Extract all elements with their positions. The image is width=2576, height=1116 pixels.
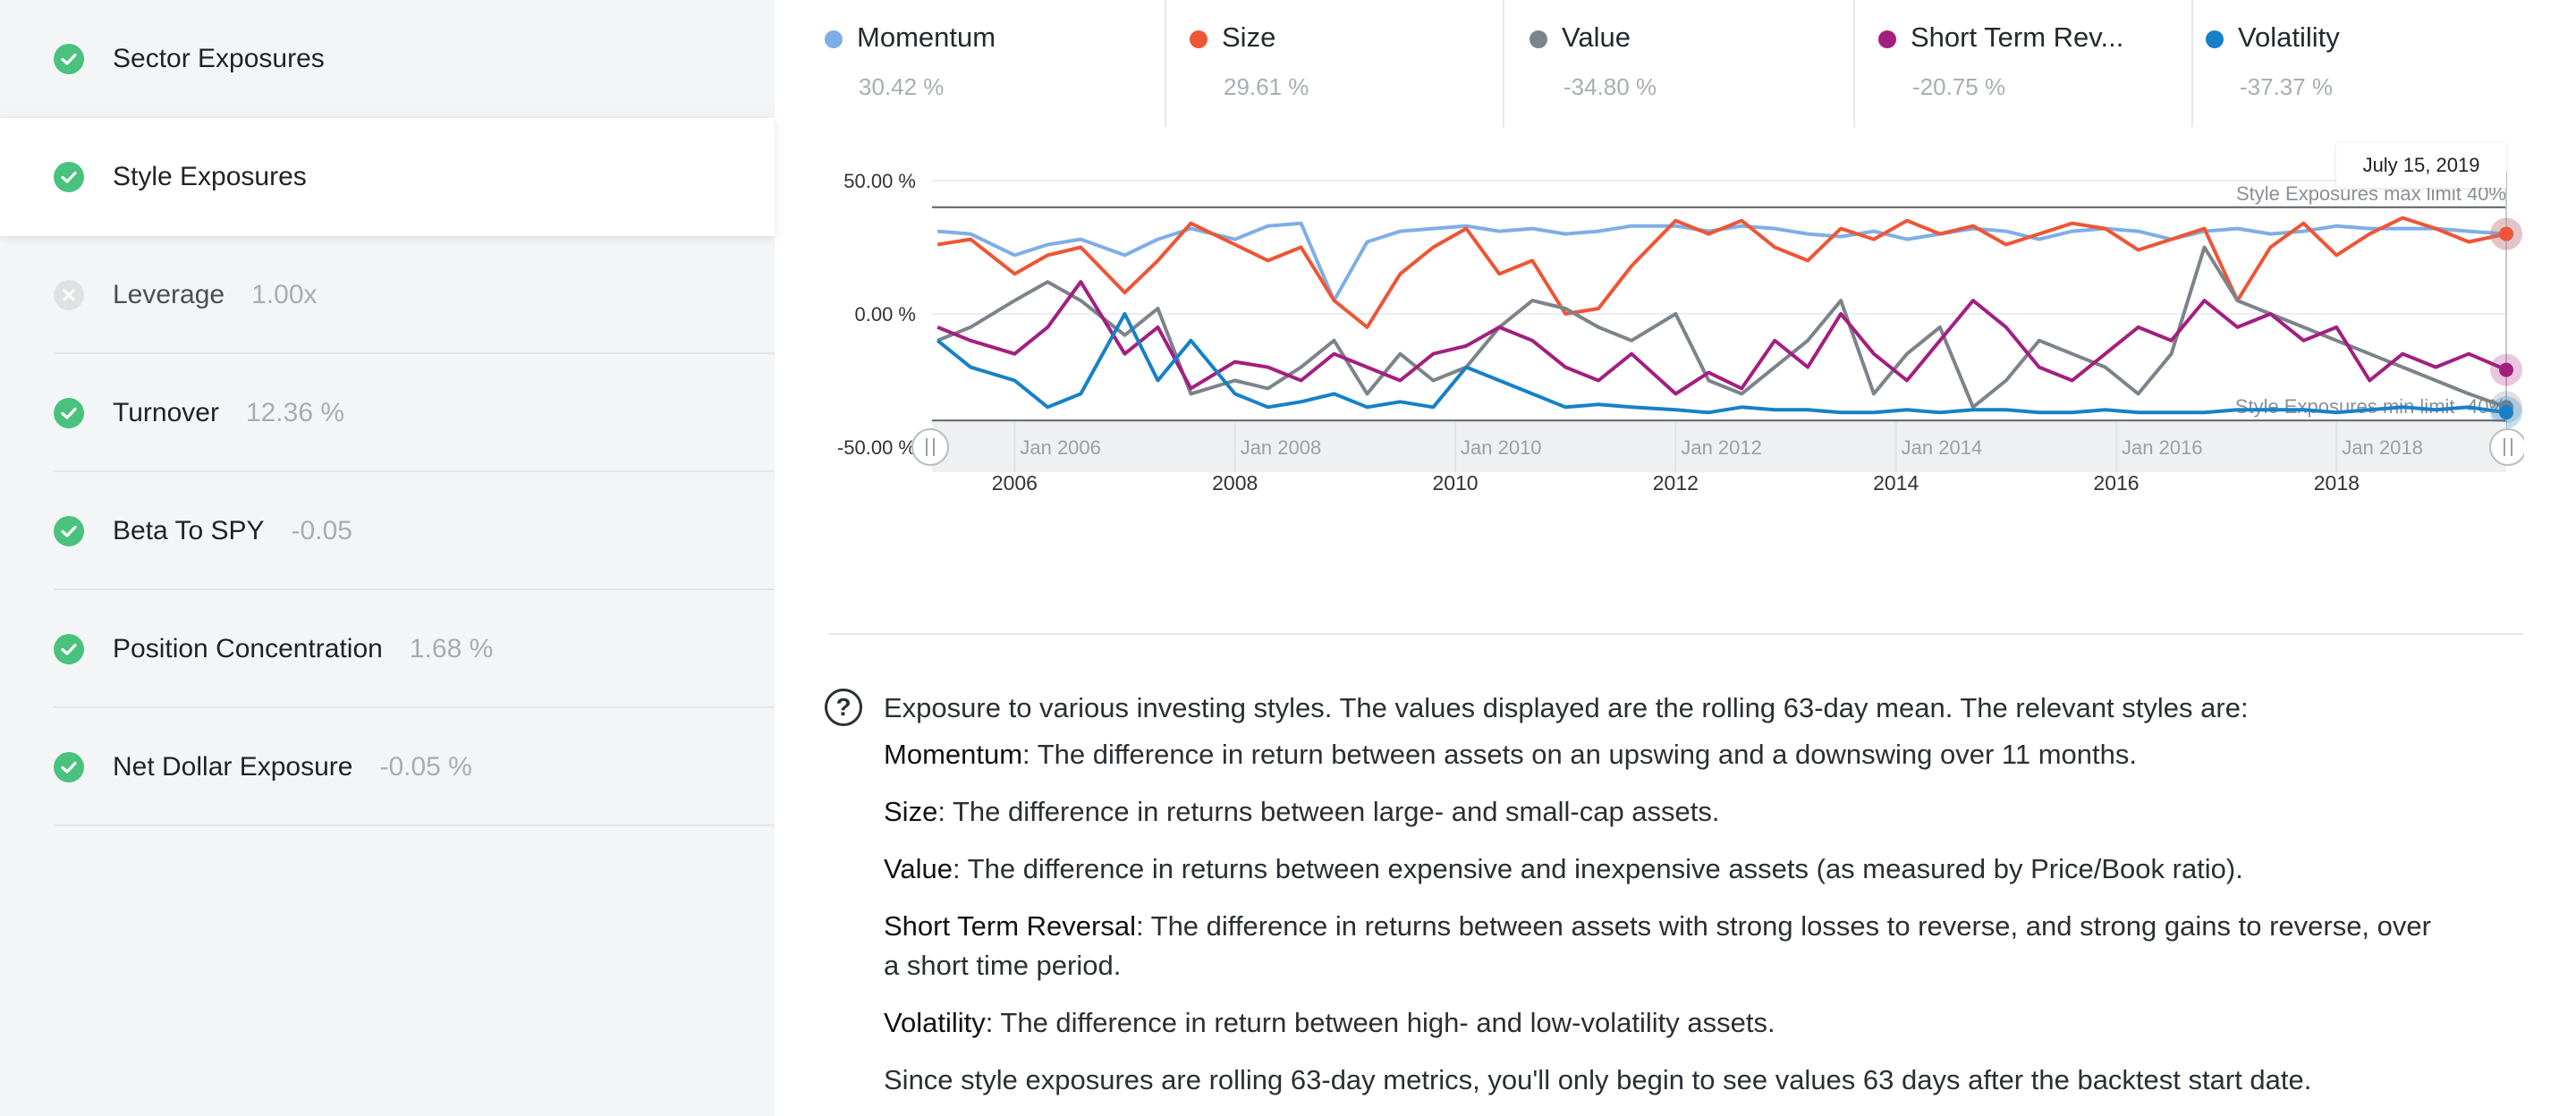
question-icon: ? bbox=[825, 689, 862, 726]
divider bbox=[1165, 0, 1166, 127]
sidebar-item-sector-exposures[interactable]: Sector Exposures bbox=[0, 0, 775, 118]
legend-dot bbox=[1530, 30, 1547, 48]
navigator-label: Jan 2010 bbox=[1461, 436, 1542, 459]
navigator-label: Jan 2008 bbox=[1241, 436, 1322, 459]
series-marker-volatility bbox=[2499, 405, 2513, 420]
navigator-label: Jan 2016 bbox=[2122, 436, 2203, 459]
definition-text: : The difference in return between high-… bbox=[985, 1007, 1775, 1038]
series-marker-size bbox=[2499, 226, 2513, 241]
sidebar-item-style-exposures[interactable]: Style Exposures bbox=[0, 118, 775, 236]
y-tick-label: 50.00 % bbox=[843, 170, 916, 192]
legend-value: -34.80 % bbox=[1563, 73, 1657, 100]
divider bbox=[54, 824, 775, 826]
legend-item-short-term-reversal[interactable]: Short Term Rev... -20.75 % bbox=[1878, 0, 2200, 127]
x-tick-label: 2016 bbox=[2093, 471, 2139, 495]
check-icon bbox=[54, 516, 84, 546]
divider bbox=[1503, 0, 1504, 127]
definition-term: Volatility bbox=[884, 1007, 986, 1038]
sidebar-item-label: Position Concentration 1.68 % bbox=[113, 634, 494, 664]
sidebar-item-position-concentration[interactable]: Position Concentration 1.68 % bbox=[0, 590, 775, 708]
legend-name: Momentum bbox=[857, 21, 996, 53]
definition-size: Size: The difference in returns between … bbox=[884, 792, 2440, 832]
sidebar: Sector Exposures Style Exposures Leverag… bbox=[0, 0, 775, 1116]
definition-term: Momentum bbox=[884, 739, 1023, 770]
legend-dot bbox=[825, 30, 843, 48]
sidebar-item-label: Beta To SPY -0.05 bbox=[113, 516, 352, 545]
divider bbox=[1853, 0, 1855, 127]
chart-canvas[interactable]: 50.00 %0.00 %-50.00 %Style Exposures max… bbox=[825, 134, 2524, 537]
check-icon bbox=[54, 44, 84, 74]
sidebar-item-leverage[interactable]: Leverage 1.00x bbox=[0, 236, 775, 354]
legend-dot bbox=[1190, 30, 1208, 48]
navigator-handle-left[interactable] bbox=[911, 428, 949, 466]
definition-momentum: Momentum: The difference in return betwe… bbox=[884, 735, 2440, 774]
navigator-label: Jan 2006 bbox=[1020, 436, 1101, 459]
sidebar-item-label: Turnover 12.36 % bbox=[113, 398, 345, 427]
navigator-label: Jan 2014 bbox=[1902, 436, 1983, 459]
series-line-momentum bbox=[937, 221, 2507, 303]
legend-name: Short Term Rev... bbox=[1911, 21, 2124, 53]
definition-term: Value bbox=[884, 853, 953, 884]
definition-term: Size bbox=[884, 796, 938, 827]
legend-name: Size bbox=[1222, 21, 1276, 53]
legend-value: -37.37 % bbox=[2240, 73, 2334, 100]
sidebar-item-net-dollar-exposure[interactable]: Net Dollar Exposure -0.05 % bbox=[0, 708, 775, 826]
sidebar-item-label: Sector Exposures bbox=[113, 44, 325, 73]
sidebar-item-label: Style Exposures bbox=[113, 162, 307, 191]
legend-name: Volatility bbox=[2238, 21, 2340, 53]
legend-value: 30.42 % bbox=[859, 73, 945, 100]
legend-item-volatility[interactable]: Volatility -37.37 % bbox=[2206, 0, 2510, 127]
navigator-label: Jan 2018 bbox=[2342, 436, 2423, 459]
y-tick-label: 0.00 % bbox=[855, 303, 917, 326]
x-tick-label: 2014 bbox=[1873, 471, 1919, 495]
legend-item-size[interactable]: Size 29.61 % bbox=[1190, 0, 1494, 127]
definition-text: : The difference in returns between larg… bbox=[937, 796, 1720, 827]
divider bbox=[2191, 0, 2193, 127]
definition-term: Short Term Reversal bbox=[884, 910, 1136, 942]
legend-value: -20.75 % bbox=[1912, 73, 2006, 100]
check-icon bbox=[54, 162, 84, 192]
style-exposures-chart[interactable]: 50.00 % 0.00 % -50.00 % Style Exposures max… bbox=[825, 134, 2524, 537]
sidebar-item-beta-to-spy[interactable]: Beta To SPY -0.05 bbox=[0, 472, 775, 590]
divider bbox=[828, 633, 2522, 635]
series-marker-short-term-reversal bbox=[2499, 362, 2513, 377]
series-line-value bbox=[936, 245, 2507, 410]
check-icon bbox=[54, 752, 84, 782]
description-intro: Exposure to various investing styles. Th… bbox=[884, 692, 2249, 723]
chart-tooltip: July 15, 2019 bbox=[2336, 143, 2506, 188]
y-tick-label: -50.00 % bbox=[837, 436, 916, 459]
x-tick-label: 2012 bbox=[1653, 471, 1699, 495]
legend-item-momentum[interactable]: Momentum 30.42 % bbox=[825, 0, 1165, 127]
sidebar-item-label: Leverage 1.00x bbox=[113, 280, 318, 309]
x-tick-label: 2018 bbox=[2314, 471, 2360, 495]
legend-item-value[interactable]: Value -34.80 % bbox=[1530, 0, 1852, 127]
sidebar-item-label: Net Dollar Exposure -0.05 % bbox=[113, 752, 472, 782]
sidebar-item-value: 12.36 % bbox=[245, 398, 345, 427]
definition-volatility: Volatility: The difference in return bet… bbox=[884, 1003, 2440, 1043]
chart-legend: Momentum 30.42 % Size 29.61 % Value -34.… bbox=[825, 0, 2524, 127]
check-icon bbox=[54, 634, 84, 664]
legend-value: 29.61 % bbox=[1224, 73, 1309, 100]
sidebar-item-turnover[interactable]: Turnover 12.36 % bbox=[0, 354, 775, 472]
definition-value: Value: The difference in returns between… bbox=[884, 850, 2440, 889]
check-icon bbox=[54, 398, 84, 428]
sidebar-item-value: 1.68 % bbox=[409, 634, 494, 664]
definition-text: : The difference in returns between expe… bbox=[953, 853, 2243, 884]
sidebar-item-value: 1.00x bbox=[251, 280, 318, 309]
x-tick-label: 2010 bbox=[1432, 471, 1478, 495]
navigator-handle-right[interactable] bbox=[2489, 428, 2524, 466]
legend-dot bbox=[1878, 30, 1896, 48]
x-tick-label: 2006 bbox=[992, 471, 1038, 495]
legend-dot bbox=[2206, 30, 2224, 48]
description-footer: Since style exposures are rolling 63-day… bbox=[884, 1064, 2312, 1095]
x-tick-label: 2008 bbox=[1212, 471, 1258, 495]
sidebar-item-value: -0.05 bbox=[291, 516, 352, 545]
definition-text: : The difference in return between asset… bbox=[1022, 739, 2137, 770]
navigator-label: Jan 2012 bbox=[1681, 436, 1762, 459]
legend-name: Value bbox=[1562, 21, 1631, 53]
close-icon bbox=[54, 280, 84, 310]
sidebar-item-value: -0.05 % bbox=[379, 752, 472, 782]
series-line-short-term-reversal bbox=[936, 280, 2507, 396]
definition-short-term-reversal: Short Term Reversal: The difference in r… bbox=[884, 907, 2440, 985]
